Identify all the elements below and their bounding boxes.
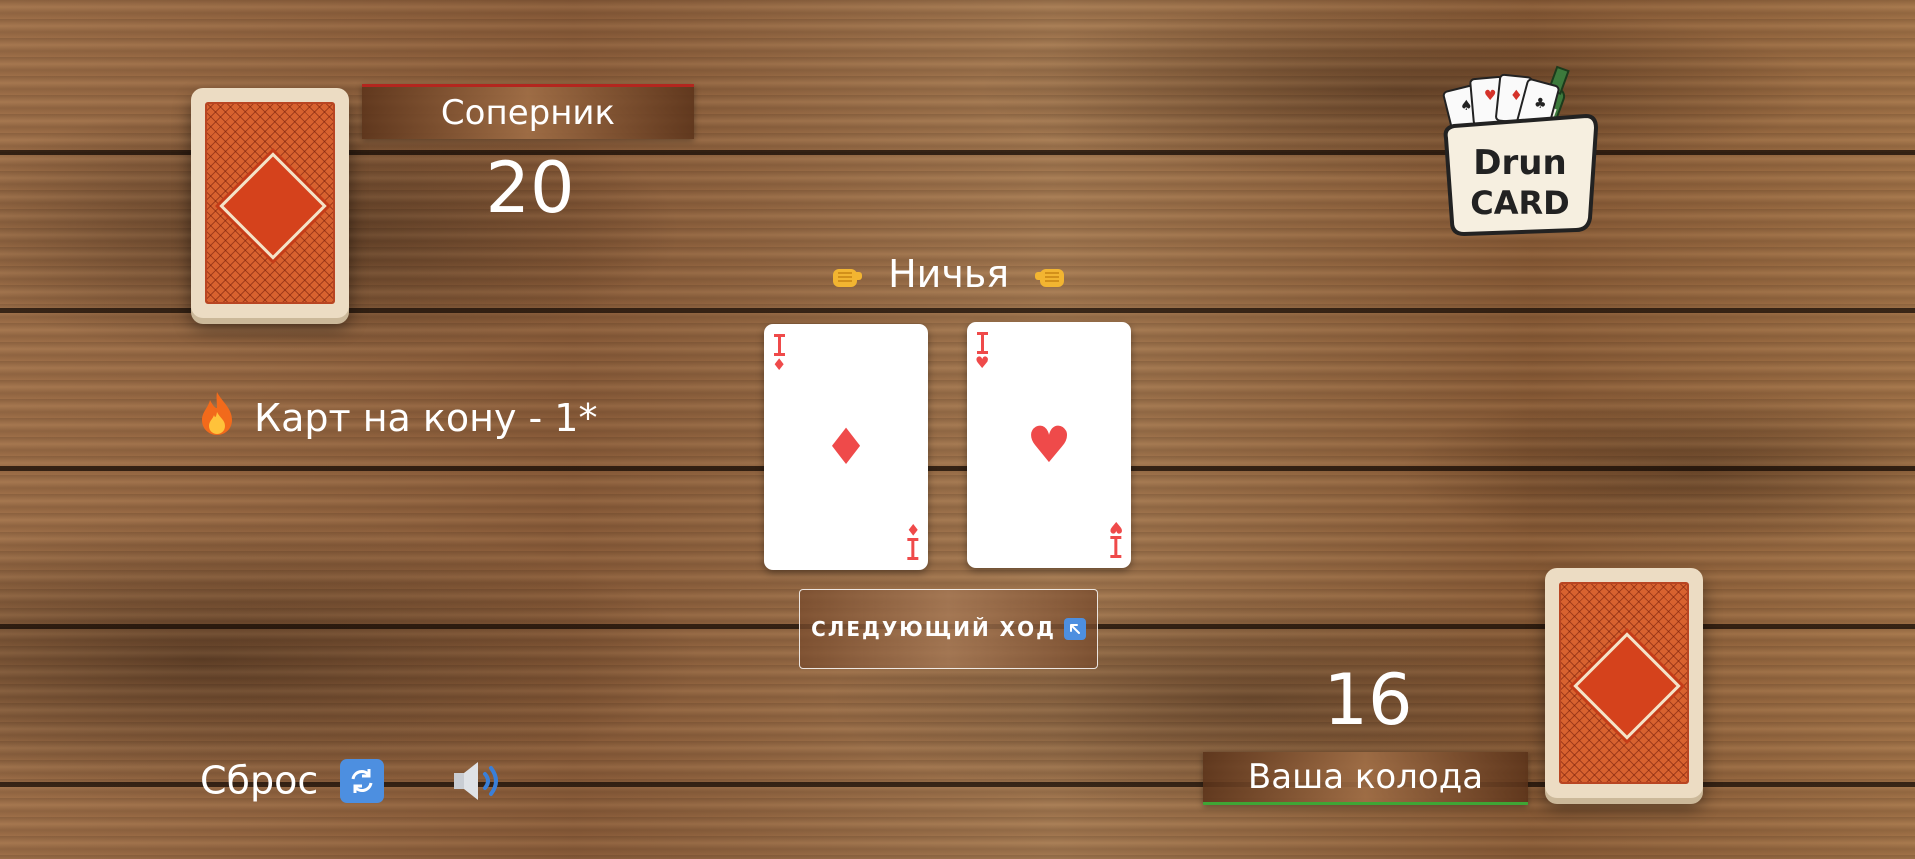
card-back-diamond-icon <box>219 152 327 260</box>
opponent-deck <box>191 88 349 318</box>
opponent-card-count: 20 <box>485 147 575 229</box>
svg-text:♣: ♣ <box>1534 96 1547 112</box>
opponent-label-text: Соперник <box>440 93 616 133</box>
card-back-diamond-icon <box>1573 632 1681 740</box>
card-back-pattern <box>1559 582 1689 784</box>
refresh-icon <box>340 758 385 803</box>
pot-text: Карт на кону - 1* <box>254 395 598 440</box>
card-corner-top: ♦ <box>772 334 786 373</box>
sound-toggle[interactable] <box>452 758 508 804</box>
opponent-label: Соперник <box>362 84 694 139</box>
logo-line2: CARD <box>1470 184 1569 222</box>
fist-right-icon <box>1033 260 1067 294</box>
pot-info: Карт на кону - 1* <box>198 390 598 445</box>
svg-text:♥: ♥ <box>1484 88 1497 104</box>
card-back-pattern <box>205 102 335 304</box>
player-played-card: ♥ ♥ ♥ <box>967 322 1131 568</box>
diamond-suit-icon: ♦ <box>823 418 869 476</box>
player-label-text: Ваша колода <box>1247 757 1484 797</box>
fist-left-icon <box>830 260 864 294</box>
svg-text:♠: ♠ <box>1460 98 1473 114</box>
logo-line1: Drun <box>1473 143 1566 183</box>
fire-icon <box>198 390 236 445</box>
card-corner-bottom: ♥ <box>1109 518 1123 558</box>
drunkard-logo: ♠ ♥ ♦ ♣ Drun CARD <box>1440 58 1600 237</box>
round-result-text: Ничья <box>888 252 1010 296</box>
next-move-label: СЛЕДУЮЩИЙ ХОД <box>811 617 1056 641</box>
heart-suit-icon: ♥ <box>1026 416 1072 474</box>
next-move-button[interactable]: СЛЕДУЮЩИЙ ХОД <box>799 589 1098 669</box>
card-corner-bottom: ♦ <box>906 520 920 560</box>
player-card-count: 16 <box>1323 659 1413 741</box>
card-corner-top: ♥ <box>975 332 989 371</box>
opponent-played-card: ♦ ♦ ♦ <box>764 324 928 570</box>
reset-label: Сброс <box>200 758 319 803</box>
player-label: Ваша колода <box>1203 752 1528 805</box>
round-result: Ничья <box>830 252 1067 296</box>
svg-text:♦: ♦ <box>1510 88 1523 104</box>
player-deck[interactable] <box>1545 568 1703 798</box>
speaker-icon <box>454 762 498 800</box>
reset-button[interactable]: Сброс <box>200 756 385 803</box>
arrow-up-left-icon <box>1063 618 1086 640</box>
